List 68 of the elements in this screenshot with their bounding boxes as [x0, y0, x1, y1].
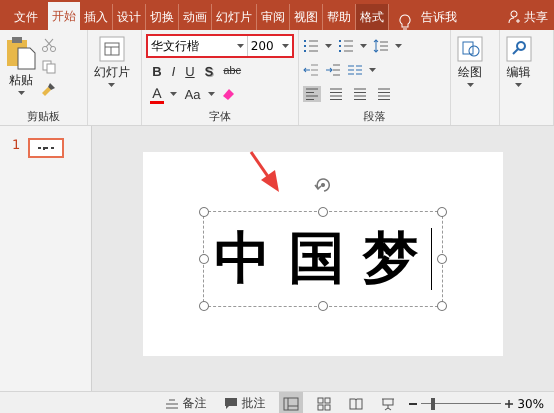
- dropdown-arrow-icon[interactable]: [395, 44, 402, 48]
- tell-me-text[interactable]: 告诉我: [421, 4, 457, 30]
- ribbon-tab[interactable]: 文件: [0, 4, 48, 30]
- dropdown-arrow-icon[interactable]: [515, 83, 522, 87]
- resize-handle[interactable]: [437, 300, 447, 310]
- zoom-level[interactable]: 30%: [517, 396, 544, 410]
- comments-button[interactable]: 批注: [220, 392, 270, 413]
- group-label: 剪贴板: [26, 109, 61, 125]
- dropdown-arrow-icon[interactable]: [170, 92, 177, 96]
- resize-handle[interactable]: [318, 206, 328, 216]
- share-button[interactable]: 共享: [508, 4, 554, 30]
- resize-handle[interactable]: [199, 254, 209, 264]
- slide-layout-icon: [98, 36, 125, 62]
- dropdown-arrow-icon[interactable]: [466, 83, 474, 87]
- resize-handle[interactable]: [318, 300, 328, 310]
- grid-icon: [317, 396, 332, 410]
- dropdown-arrow-icon[interactable]: [325, 44, 332, 48]
- ribbon-tab[interactable]: 格式: [356, 4, 389, 30]
- brush-icon[interactable]: [42, 82, 56, 96]
- slide-thumbnail[interactable]: [28, 138, 64, 158]
- person-add-icon: [508, 10, 522, 24]
- copy-icon[interactable]: [42, 60, 56, 74]
- resize-handle[interactable]: [199, 300, 209, 310]
- clipboard-icon: [6, 36, 36, 70]
- format-button[interactable]: U: [183, 64, 197, 78]
- scissors-icon[interactable]: [42, 38, 56, 52]
- format-button[interactable]: S: [202, 64, 216, 78]
- lightbulb-icon[interactable]: [399, 14, 411, 30]
- paste-button[interactable]: 粘贴: [4, 34, 38, 109]
- new-slide-button[interactable]: 幻灯片: [92, 34, 132, 109]
- change-case-button[interactable]: Aa: [182, 86, 202, 102]
- columns-icon[interactable]: [347, 63, 364, 77]
- dropdown-arrow-icon[interactable]: [208, 92, 216, 96]
- list-icon[interactable]: [338, 39, 354, 53]
- speech-bubble-icon: [224, 397, 238, 410]
- format-button[interactable]: abc: [221, 65, 244, 77]
- editing-button[interactable]: 编辑: [504, 34, 534, 109]
- group-label: 段落: [362, 109, 387, 125]
- resize-handle[interactable]: [199, 206, 209, 216]
- resize-handle[interactable]: [437, 254, 447, 264]
- normal-view-button[interactable]: [279, 392, 304, 413]
- rotate-handle-icon[interactable]: [314, 176, 332, 194]
- drawing-button[interactable]: 绘图: [455, 34, 486, 109]
- indent-icon[interactable]: [303, 63, 320, 77]
- dropdown-arrow-icon[interactable]: [18, 91, 24, 95]
- projector-screen-icon: [381, 396, 396, 410]
- line-spacing-icon[interactable]: [373, 39, 390, 53]
- ribbon-tab[interactable]: 开始: [48, 2, 80, 30]
- notes-button[interactable]: 备注: [161, 392, 210, 413]
- eraser-icon[interactable]: [221, 87, 236, 101]
- search-icon: [506, 36, 532, 62]
- font-color-button[interactable]: A: [150, 84, 164, 104]
- list-icon[interactable]: [303, 39, 320, 53]
- indent-icon[interactable]: [325, 63, 342, 77]
- dropdown-arrow-icon[interactable]: [369, 68, 376, 72]
- zoom-in-icon[interactable]: [505, 400, 514, 408]
- book-icon: [349, 396, 364, 410]
- resize-handle[interactable]: [437, 206, 447, 216]
- format-button[interactable]: I: [170, 64, 178, 78]
- align-icon[interactable]: [303, 86, 322, 102]
- shapes-icon: [457, 36, 484, 62]
- dropdown-arrow-icon[interactable]: [108, 83, 116, 87]
- normal-view-icon: [283, 396, 300, 410]
- slide-number: 1: [12, 138, 20, 155]
- dropdown-arrow-icon[interactable]: [360, 44, 368, 48]
- group-label: 字体: [208, 109, 232, 125]
- format-button[interactable]: B: [150, 64, 164, 78]
- notes-icon: [165, 398, 180, 410]
